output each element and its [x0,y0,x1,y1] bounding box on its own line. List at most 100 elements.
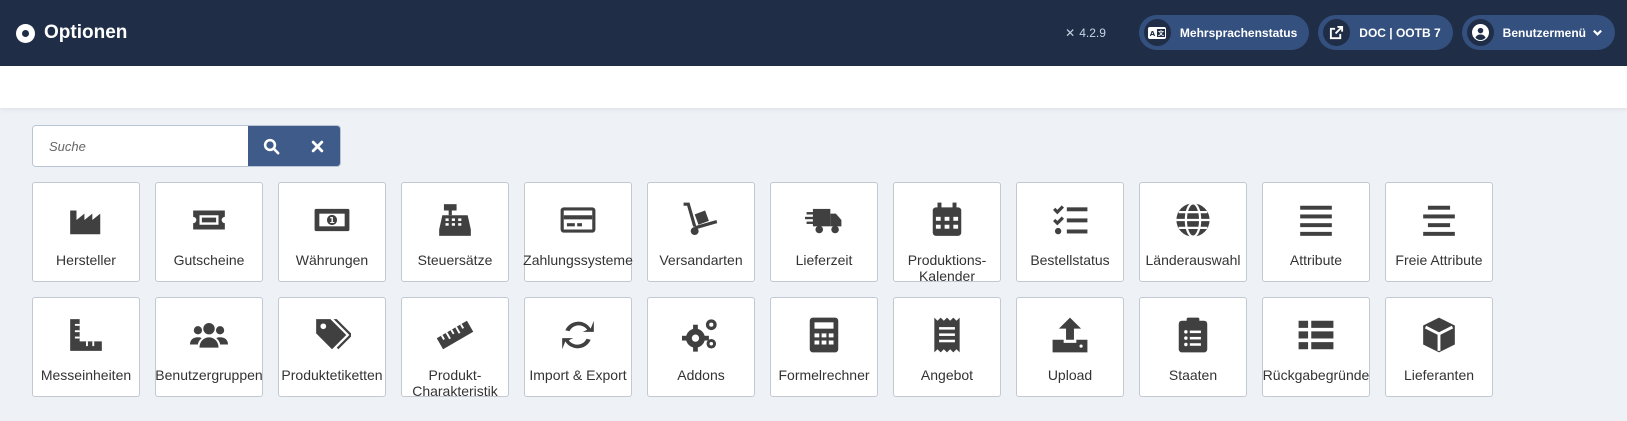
box-icon [1386,316,1492,354]
option-tile-label: Währungen [295,252,369,268]
search-button[interactable] [248,126,295,166]
joomla-icon: ✕ [1065,25,1076,40]
clipboard-list-icon [1140,316,1246,354]
option-tile-label: Upload [1047,367,1093,383]
option-tile[interactable]: Import & Export [524,297,632,397]
option-tile[interactable]: 1 Währungen [278,182,386,282]
option-tile-label: Gutscheine [173,252,245,268]
options-icon [16,23,35,43]
option-tile[interactable]: Freie Attribute [1385,182,1493,282]
option-tile[interactable]: Bestellstatus [1016,182,1124,282]
option-tile-label: Versandarten [659,252,743,268]
ticket-icon [156,201,262,239]
option-tile-label: Attribute [1289,252,1343,268]
multilanguage-status-label: Mehrsprachenstatus [1179,25,1298,40]
option-tile[interactable]: Staaten [1139,297,1247,397]
dolly-icon [648,201,754,239]
option-tile-label: Lieferzeit [795,252,853,268]
option-tile[interactable]: Attribute [1262,182,1370,282]
search-icon [263,138,280,154]
factory-icon [33,201,139,239]
top-bar: Optionen ✕ 4.2.9 A文 Mehrsprachenstatus D… [0,0,1627,66]
option-tile-label: Länderauswahl [1145,252,1241,268]
users-icon [156,316,262,354]
options-grid: Hersteller Gutscheine 1 Währungen Steuersätz… [32,182,1493,399]
option-tile-label: Angebot [920,367,974,383]
doc-site-label: DOC | OOTB 7 [1359,25,1441,40]
option-tile-label: Freie Attribute [1395,252,1483,268]
option-tile[interactable]: Formelrechner [770,297,878,397]
svg-text:文: 文 [1157,29,1165,37]
option-tile[interactable]: Hersteller [32,182,140,282]
receipt-icon [894,316,1000,354]
upload-icon [1017,316,1123,354]
chevron-down-icon [1592,27,1603,38]
option-tile[interactable]: Rückgabegründe [1262,297,1370,397]
toolbar-strip [0,66,1627,108]
option-tile-label: Rückgabegründe [1262,367,1370,383]
close-icon [311,140,323,152]
option-tile-label: Staaten [1168,367,1218,383]
option-tile-label: Produktetiketten [281,367,383,383]
option-tile-label: Import & Export [529,367,627,383]
option-tile[interactable]: Lieferzeit [770,182,878,282]
option-tile-label: Bestellstatus [1030,252,1110,268]
svg-text:A: A [1150,30,1156,38]
option-tile-label: Lieferanten [1403,367,1475,383]
title-wrap: Optionen [16,22,127,44]
truck-fast-icon [771,201,877,239]
option-tile[interactable]: Upload [1016,297,1124,397]
ruler-icon [402,316,508,354]
cogs-icon [648,316,754,354]
option-tile[interactable]: Lieferanten [1385,297,1493,397]
option-tile[interactable]: Produktetiketten [278,297,386,397]
option-tile-label: Steuersätze [417,252,493,268]
list-check-icon [1017,201,1123,239]
option-tile[interactable]: Gutscheine [155,182,263,282]
option-tile[interactable]: Benutzergruppen [155,297,263,397]
option-tile-label: Produkt- Charakteristik [412,367,498,399]
option-tile-label: Messeinheiten [40,367,132,383]
calculator-icon [771,316,877,354]
tags-icon [279,316,385,354]
bars-icon [1263,201,1369,239]
search-group [32,125,341,167]
option-tile[interactable]: Addons [647,297,755,397]
option-tile[interactable]: Länderauswahl [1139,182,1247,282]
user-menu-button[interactable]: Benutzermenü [1461,15,1615,50]
globe-icon [1140,201,1246,239]
calendar-icon [894,201,1000,239]
credit-card-icon [525,201,631,239]
table-list-icon [1263,316,1369,354]
option-tile[interactable]: Messeinheiten [32,297,140,397]
ruler-combined-icon [33,316,139,354]
external-link-icon [1323,19,1351,46]
money-bill-icon: 1 [279,201,385,239]
svg-text:1: 1 [329,216,335,225]
option-tile-label: Hersteller [56,252,116,268]
option-tile[interactable]: Produkt- Charakteristik [401,297,509,399]
option-tile-label: Benutzergruppen [155,367,263,383]
option-tile[interactable]: Steuersätze [401,182,509,282]
clear-search-button[interactable] [294,126,340,166]
version-number: 4.2.9 [1079,25,1106,40]
page-title: Optionen [44,22,128,43]
language-icon: A文 [1143,19,1171,46]
option-tile[interactable]: Zahlungssysteme [523,182,633,282]
search-input[interactable] [33,126,249,166]
option-tile-label: Zahlungssysteme [523,252,633,268]
user-circle-icon [1466,19,1494,46]
align-center-icon [1386,201,1492,239]
option-tile-label: Formelrechner [778,367,870,383]
doc-site-button[interactable]: DOC | OOTB 7 [1318,15,1453,50]
option-tile[interactable]: Angebot [893,297,1001,397]
option-tile[interactable]: Versandarten [647,182,755,282]
option-tile-label: Addons [677,367,725,383]
sync-icon [525,316,631,354]
version-info: ✕ 4.2.9 [1065,26,1106,40]
option-tile-label: Produktions- Kalender [907,252,987,284]
cash-register-icon [402,201,508,239]
header-right: ✕ 4.2.9 A文 Mehrsprachenstatus DOC | OOTB… [1065,15,1615,50]
option-tile[interactable]: Produktions- Kalender [893,182,1001,284]
multilanguage-status-button[interactable]: A文 Mehrsprachenstatus [1138,15,1310,50]
